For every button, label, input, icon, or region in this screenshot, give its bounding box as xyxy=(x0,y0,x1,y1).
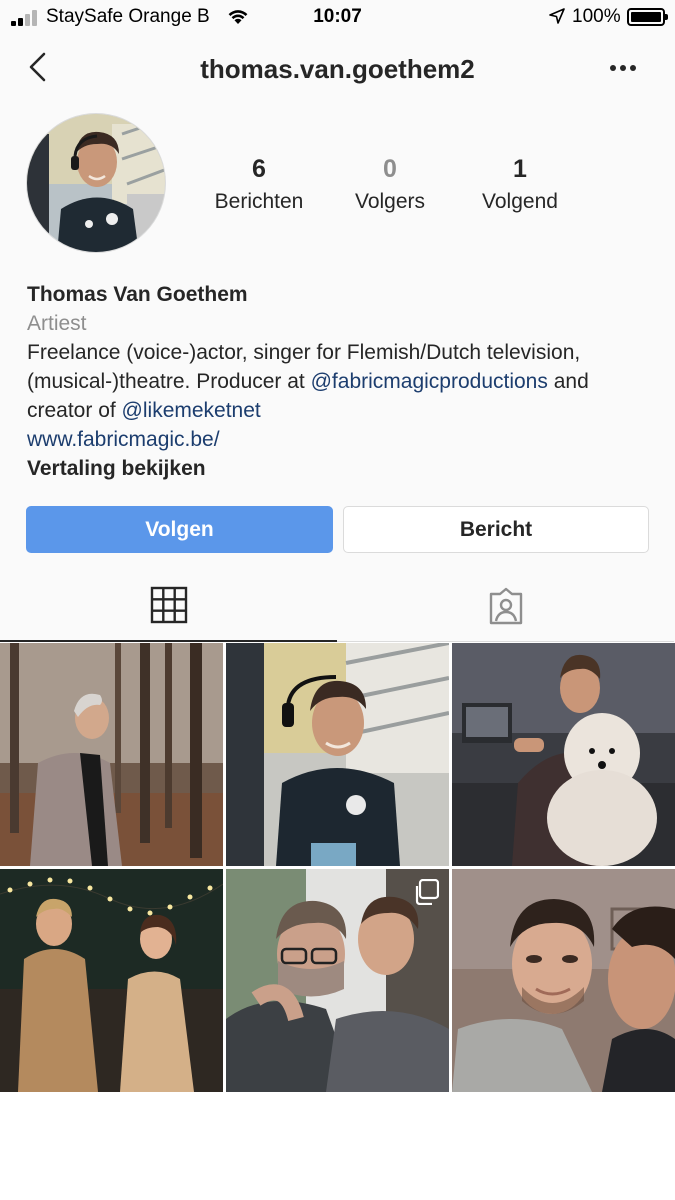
profile-bio: Thomas Van Goethem Artiest Freelance (vo… xyxy=(27,280,657,483)
mention-link-likemeketnet[interactable]: @likemeketnet xyxy=(122,399,261,422)
post-image xyxy=(0,643,223,866)
see-translation-link[interactable]: Vertaling bekijken xyxy=(27,454,657,483)
post-thumbnail[interactable] xyxy=(0,643,223,866)
post-thumbnail[interactable] xyxy=(452,869,675,1092)
message-button[interactable]: Bericht xyxy=(343,506,649,553)
posts-count: 6 xyxy=(252,155,266,183)
followers-label: Volgers xyxy=(354,190,426,213)
following-stat[interactable]: 1 Volgend xyxy=(450,155,590,214)
battery-percentage: 100% xyxy=(572,6,621,27)
post-image xyxy=(452,869,675,1092)
more-options-icon[interactable] xyxy=(606,58,640,78)
tab-tagged[interactable] xyxy=(337,578,674,642)
mention-link-fabricmagicproductions[interactable]: @fabricmagicproductions xyxy=(311,370,548,393)
battery-icon xyxy=(627,8,668,26)
website-link[interactable]: www.fabricmagic.be/ xyxy=(27,425,657,454)
post-thumbnail[interactable] xyxy=(226,643,449,866)
post-thumbnail[interactable] xyxy=(452,643,675,866)
post-image xyxy=(0,869,223,1092)
grid-icon xyxy=(150,586,187,624)
multiple-images-icon xyxy=(415,879,439,905)
bio-description: Freelance (voice-)actor, singer for Flem… xyxy=(27,338,657,425)
post-image xyxy=(452,643,675,866)
post-thumbnail[interactable] xyxy=(0,869,223,1092)
post-thumbnail[interactable] xyxy=(226,869,449,1092)
follow-button[interactable]: Volgen xyxy=(26,506,333,553)
followers-stat[interactable]: 0 Volgers xyxy=(320,155,460,214)
status-bar: StaySafe Orange B 10:07 100% xyxy=(0,0,675,34)
profile-category: Artiest xyxy=(27,312,87,335)
post-image xyxy=(226,643,449,866)
posts-label: Berichten xyxy=(214,190,304,213)
posts-grid xyxy=(0,642,675,1092)
following-label: Volgend xyxy=(482,190,558,213)
tagged-person-icon xyxy=(489,587,522,625)
posts-stat[interactable]: 6 Berichten xyxy=(189,155,329,214)
profile-avatar[interactable] xyxy=(26,113,166,253)
following-count: 1 xyxy=(513,155,527,183)
location-arrow-icon xyxy=(549,8,565,24)
profile-username-title: thomas.van.goethem2 xyxy=(200,54,475,84)
tab-posts-grid[interactable] xyxy=(0,578,337,642)
profile-full-name: Thomas Van Goethem xyxy=(27,283,248,306)
followers-count: 0 xyxy=(383,155,397,183)
